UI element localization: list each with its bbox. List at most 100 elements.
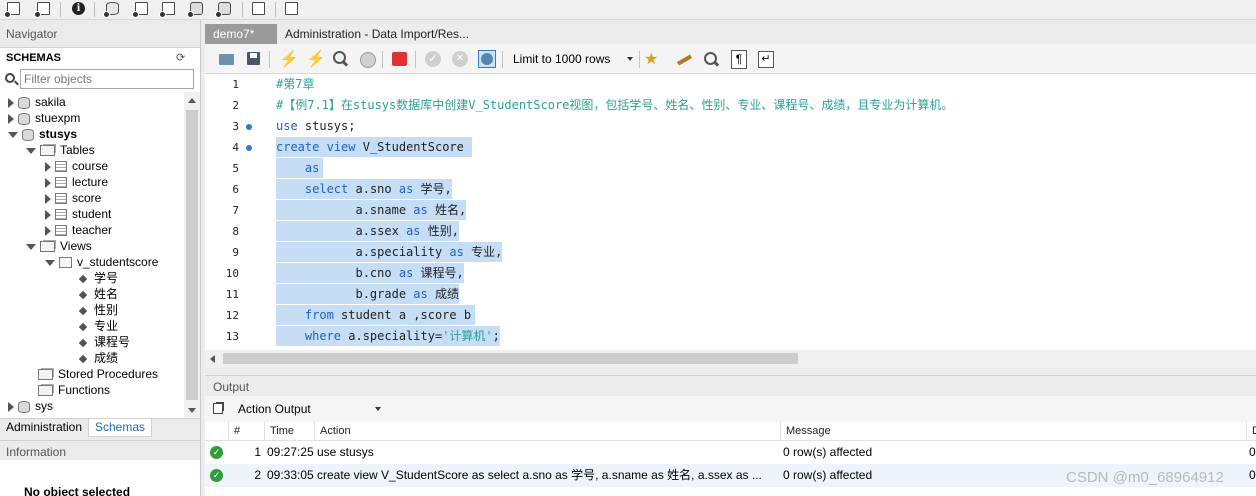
new-sql-tab-icon[interactable] [4,1,24,18]
invisible-chars-icon[interactable] [729,50,747,69]
scroll-down-icon[interactable] [188,408,196,413]
code-line: from student a ,score b [276,305,476,325]
expand-icon[interactable] [45,225,51,236]
statement-marker-icon [246,145,252,151]
execute-icon[interactable] [278,49,299,69]
code-text: student a ,score b [333,308,472,322]
expand-icon[interactable] [45,209,51,220]
collapse-icon[interactable] [45,259,55,266]
view-column[interactable]: 专业 [78,318,118,334]
code-text: stusys; [297,119,356,133]
tab-administration-data-import[interactable]: Administration - Data Import/Res... [277,24,477,44]
code-keyword: from [304,308,334,322]
column-header-action[interactable]: Action [315,422,781,441]
column-header-duration[interactable]: D [1247,422,1256,441]
open-file-icon[interactable] [218,50,236,68]
column-header-time[interactable]: Time [265,422,315,441]
scroll-left-icon[interactable] [210,355,215,363]
code-line: select a.sno as 学号, [276,179,452,199]
code-keyword: create [276,140,320,154]
editor-horizontal-scrollbar[interactable] [205,350,1256,368]
copy-icon[interactable] [213,403,223,414]
code-line: #【例7.1】在stusys数据库中创建V_StudentScore视图，包括学… [276,95,953,115]
reconnect-icon[interactable] [282,1,302,18]
toggle-error-icon[interactable] [391,50,409,68]
expand-icon[interactable] [45,193,51,204]
tree-folder-functions[interactable]: Functions [38,382,110,398]
scroll-thumb[interactable] [223,353,798,364]
rollback-icon[interactable] [451,50,469,68]
tree-scrollbar[interactable] [184,92,200,418]
stop-icon[interactable] [358,50,376,68]
create-view-icon[interactable] [159,1,179,18]
tree-table-course[interactable]: course [45,158,108,174]
expand-icon[interactable] [8,401,14,412]
column-header-num[interactable]: # [229,422,265,441]
code-keyword: use [276,119,298,133]
tree-view-v-studentscore[interactable]: v_studentscore [45,254,158,270]
code-line: #第7章 [276,74,314,94]
view-column[interactable]: 成绩 [78,350,118,366]
scroll-thumb[interactable] [186,110,198,400]
create-function-icon[interactable] [215,1,235,18]
scroll-up-icon[interactable] [188,98,196,103]
column-label: 学号 [94,271,119,285]
column-header-status [205,422,229,441]
beautify-icon[interactable] [675,50,693,68]
find-icon[interactable] [702,50,720,68]
explain-icon[interactable] [332,50,350,68]
collapse-icon[interactable] [26,147,36,154]
view-column[interactable]: 性别 [78,302,118,318]
sql-editor[interactable]: 1 2 3 4 5 6 7 8 9 10 11 12 13 #第7章 #【例7.… [205,74,1256,350]
view-column[interactable]: 学号 [78,270,119,286]
column-header-message[interactable]: Message [781,422,1247,441]
tree-folder-tables[interactable]: Tables [26,142,95,158]
expand-icon[interactable] [45,177,51,188]
inspector-icon[interactable]: i [68,1,88,18]
expand-icon[interactable] [45,161,51,172]
add-snippet-icon[interactable] [643,49,661,69]
schema-sys[interactable]: sys [8,398,53,414]
tree-folder-stored-procedures[interactable]: Stored Procedures [38,366,158,382]
code-text: 性别, [420,224,459,238]
tree-folder-views[interactable]: Views [26,238,92,254]
limit-rows-select[interactable]: Limit to 1000 rows [507,50,635,69]
line-number: 13 [225,330,239,343]
commit-icon[interactable] [424,50,442,68]
collapse-icon[interactable] [8,131,18,138]
column-label: 课程号 [94,335,131,349]
folder-label: Tables [60,143,95,157]
tab-administration[interactable]: Administration [0,419,88,437]
schema-stuexpm[interactable]: stuexpm [8,110,80,126]
search-table-data-icon[interactable] [249,1,269,18]
refresh-schemas-icon[interactable]: ⟳ [176,51,188,64]
collapse-icon[interactable] [26,243,36,250]
save-icon[interactable] [245,50,263,68]
autocommit-icon[interactable] [478,50,496,68]
view-column[interactable]: 姓名 [78,286,118,302]
create-table-icon[interactable] [132,1,152,18]
tree-table-lecture[interactable]: lecture [45,174,108,190]
create-procedure-icon[interactable] [187,1,207,18]
tab-schemas[interactable]: Schemas [88,419,153,437]
output-type-select[interactable]: Action Output [232,399,384,419]
tree-table-score[interactable]: score [45,190,101,206]
view-column[interactable]: 课程号 [78,334,131,350]
code-text: a.sno [348,182,399,196]
code-line: a.speciality as 专业, [276,242,503,262]
expand-icon[interactable] [8,97,14,108]
table-row[interactable]: ✓ 1 09:27:25 use stusys 0 row(s) affecte… [205,441,1256,464]
filter-objects-input[interactable] [20,69,194,89]
schema-stusys[interactable]: stusys [8,126,77,142]
expand-icon[interactable] [8,113,14,124]
tree-table-teacher[interactable]: teacher [45,222,112,238]
functions-folder-icon [38,385,53,397]
tree-table-student[interactable]: student [45,206,111,222]
create-schema-icon[interactable] [103,1,123,18]
execute-current-icon[interactable] [305,49,326,69]
tab-demo7[interactable]: demo7* [205,24,277,44]
schema-sakila[interactable]: sakila [8,94,66,110]
code-line: use stusys; [276,116,355,136]
word-wrap-icon[interactable] [756,50,774,68]
open-sql-script-icon[interactable] [34,1,54,18]
